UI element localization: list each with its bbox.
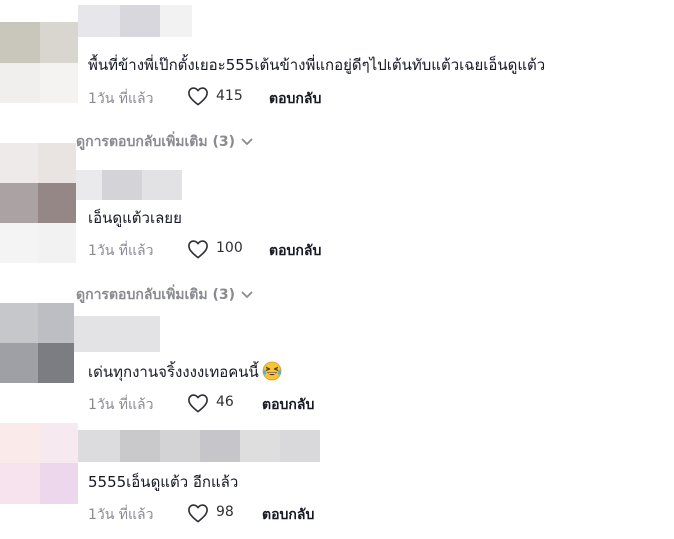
like-count: 415 <box>216 88 243 104</box>
like-count: 98 <box>216 504 234 520</box>
avatar[interactable] <box>0 143 76 263</box>
comment-text: เอ็นดูแต้วเลยย <box>88 209 182 227</box>
reply-button[interactable]: ตอบกลับ <box>262 504 314 526</box>
comment-text: เด่นทุกงานจริ้งงงงเทอคนนี้ <box>88 360 282 384</box>
heart-icon[interactable] <box>187 393 209 413</box>
view-more-label: ดูการตอบกลับเพิ่มเติม (3) <box>76 287 236 303</box>
chevron-down-icon <box>241 291 253 298</box>
reply-button[interactable]: ตอบกลับ <box>269 240 321 262</box>
view-more-replies[interactable]: ดูการตอบกลับเพิ่มเติม (3) <box>76 284 253 306</box>
comment-text-content: เด่นทุกงานจริ้งงงงเทอคนนี้ <box>88 363 259 381</box>
like-count: 46 <box>216 394 234 410</box>
like-count: 100 <box>216 240 243 256</box>
username-blurred[interactable] <box>74 316 160 352</box>
comment-time: 1วัน ที่แล้ว <box>88 91 154 107</box>
heart-icon[interactable] <box>187 503 209 523</box>
reply-button[interactable]: ตอบกลับ <box>262 394 314 416</box>
comment-text: 5555เอ็นดูแต้ว อีกแล้ว <box>88 473 239 491</box>
view-more-replies[interactable]: ดูการตอบกลับเพิ่มเติม (3) <box>76 131 253 153</box>
chevron-down-icon <box>241 138 253 145</box>
comment-time: 1วัน ที่แล้ว <box>88 243 154 259</box>
avatar[interactable] <box>0 0 78 103</box>
username-blurred[interactable] <box>78 5 192 37</box>
comment-time: 1วัน ที่แล้ว <box>88 507 154 523</box>
grinning-squinting-face-with-tears-icon <box>262 361 282 381</box>
username-blurred[interactable] <box>78 430 320 462</box>
comment-time: 1วัน ที่แล้ว <box>88 397 154 413</box>
comment-text: พื้นที่ข้างพี่เป๊กตั้งเยอะ555เต้นข้างพี่… <box>88 56 546 74</box>
view-more-label: ดูการตอบกลับเพิ่มเติม (3) <box>76 134 236 150</box>
avatar[interactable] <box>0 423 78 504</box>
heart-icon[interactable] <box>187 86 209 106</box>
avatar[interactable] <box>0 303 74 383</box>
heart-icon[interactable] <box>187 239 209 259</box>
username-blurred[interactable] <box>76 170 182 200</box>
reply-button[interactable]: ตอบกลับ <box>269 88 321 110</box>
